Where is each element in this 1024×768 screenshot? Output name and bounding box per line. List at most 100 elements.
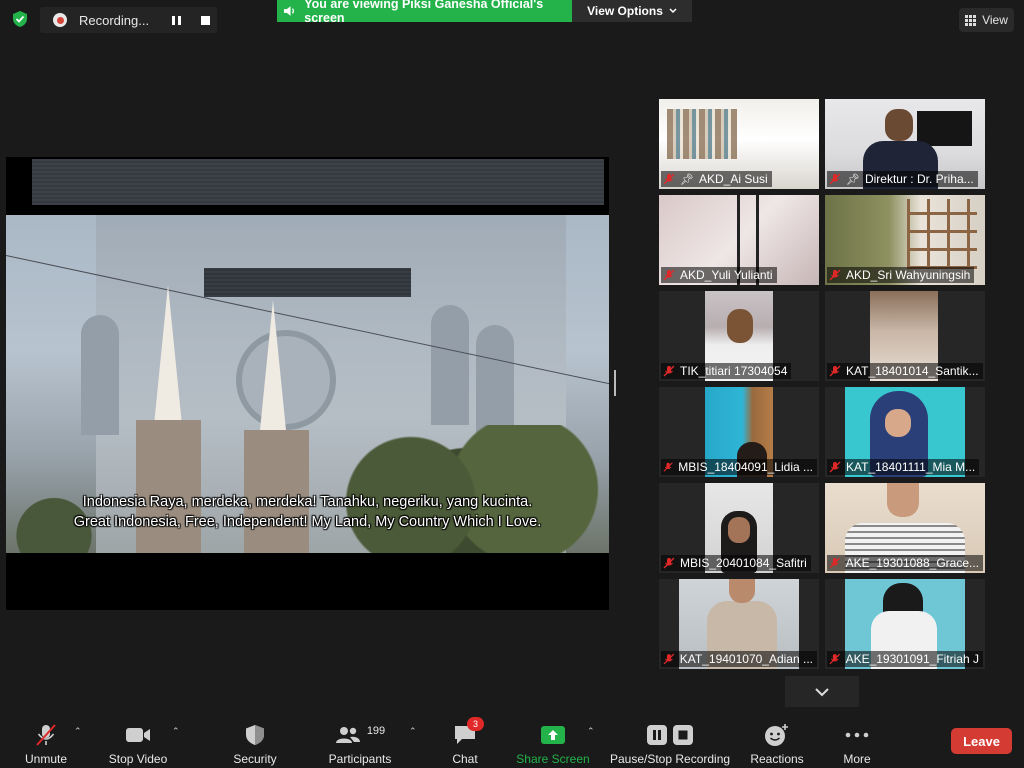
redacted-region <box>204 268 411 297</box>
stop-video-button[interactable]: Stop Video <box>106 708 170 768</box>
participant-tile[interactable]: KAT_18401014_Santik... <box>825 291 985 381</box>
security-button[interactable]: Security <box>230 708 280 768</box>
participant-name-label: MBIS_18404091_Lidia ... <box>661 459 817 475</box>
muted-mic-icon <box>663 269 675 281</box>
video-options-caret-icon[interactable]: ⌃ <box>172 726 180 737</box>
participant-tile[interactable]: 📌︎ Direktur : Dr. Priha... <box>825 99 985 189</box>
participant-name: AKD_Sri Wahyuningsih <box>846 268 971 282</box>
meeting-toolbar: Unmute ⌃ Stop Video ⌃ Security 199 Parti… <box>0 708 1024 768</box>
stop-recording-icon[interactable] <box>201 15 210 25</box>
unmute-button[interactable]: Unmute <box>20 708 72 768</box>
add-reaction-icon <box>765 724 788 746</box>
participant-tile[interactable]: MBIS_20401084_Safitri <box>659 483 819 573</box>
participant-name-label: 📌︎ AKD_Ai Susi <box>661 171 772 187</box>
share-screen-label: Share Screen <box>516 752 590 766</box>
bookshelf <box>667 109 737 159</box>
person-face <box>729 579 755 603</box>
participant-name-label: MBIS_20401084_Safitri <box>661 555 811 571</box>
participant-name-label: AKD_Sri Wahyuningsih <box>827 267 975 283</box>
more-label: More <box>843 752 871 766</box>
participants-options-caret-icon[interactable]: ⌃ <box>409 726 417 737</box>
participant-tile[interactable]: AKD_Yuli Yulianti <box>659 195 819 285</box>
muted-mic-icon <box>829 557 841 569</box>
security-shield-icon <box>246 725 264 745</box>
chevron-down-icon <box>815 687 829 696</box>
participant-name: Direktur : Dr. Priha... <box>864 172 974 186</box>
participants-button[interactable]: 199 Participants <box>326 708 394 768</box>
person-face <box>885 409 911 437</box>
trees <box>326 425 609 553</box>
participant-name-label: TIK_titiari 17304054 <box>661 363 792 379</box>
pause-stop-recording-button[interactable]: Pause/Stop Recording <box>610 708 730 768</box>
cathedral-tower <box>136 420 201 553</box>
participant-tile[interactable]: KAT_19401070_Adian ... <box>659 579 819 669</box>
muted-mic-icon <box>829 653 841 665</box>
stop-recording-icon <box>673 725 693 745</box>
muted-mic-icon <box>829 365 841 377</box>
participant-name-label: AKE_19301091_Fitriah J <box>827 651 983 667</box>
participant-tile[interactable]: MBIS_18404091_Lidia ... <box>659 387 819 477</box>
participants-count: 199 <box>366 725 386 737</box>
more-dots-icon <box>845 732 869 738</box>
person-face <box>728 517 750 543</box>
share-screen-icon <box>541 726 565 744</box>
muted-mic-icon <box>663 462 673 472</box>
participant-name: KAT_19401070_Adian ... <box>679 652 813 666</box>
reactions-button[interactable]: Reactions <box>750 708 804 768</box>
more-button[interactable]: More <box>838 708 876 768</box>
bookshelf <box>907 199 977 269</box>
participant-tile[interactable]: AKE_19301088_Grace... <box>825 483 985 573</box>
participants-icon <box>335 727 360 743</box>
muted-mic-icon <box>663 173 675 185</box>
panel-resize-handle[interactable] <box>614 370 616 396</box>
cathedral-window <box>431 305 469 425</box>
muted-microphone-icon <box>36 724 56 746</box>
participant-name: TIK_titiari 17304054 <box>680 364 788 378</box>
participant-name-label: AKE_19301088_Grace... <box>827 555 983 571</box>
participant-name-label: AKD_Yuli Yulianti <box>661 267 777 283</box>
participant-name-label: KAT_19401070_Adian ... <box>661 651 817 667</box>
muted-mic-icon <box>663 557 675 569</box>
cathedral-spire <box>259 300 287 440</box>
share-screen-button[interactable]: Share Screen <box>516 708 590 768</box>
audio-options-caret-icon[interactable]: ⌃ <box>74 726 82 737</box>
chat-unread-badge: 3 <box>467 717 484 731</box>
participant-tile[interactable]: TIK_titiari 17304054 <box>659 291 819 381</box>
participant-tile[interactable]: AKD_Sri Wahyuningsih <box>825 195 985 285</box>
view-options-button[interactable]: View Options <box>572 0 692 22</box>
share-options-caret-icon[interactable]: ⌃ <box>587 726 595 737</box>
recording-indicator: Recording... <box>40 7 217 33</box>
participant-tile[interactable]: 📌︎ AKD_Ai Susi <box>659 99 819 189</box>
view-button[interactable]: View <box>959 8 1014 32</box>
pin-icon: 📌︎ <box>680 173 694 186</box>
gallery-scroll-down-button[interactable] <box>785 676 859 707</box>
muted-mic-icon <box>663 653 675 665</box>
participant-name-label: KAT_18401014_Santik... <box>827 363 983 379</box>
leave-button[interactable]: Leave <box>951 728 1012 754</box>
reactions-label: Reactions <box>750 752 804 766</box>
participant-name-label: KAT_18401111_Mia M... <box>827 459 980 475</box>
participant-name: MBIS_20401084_Safitri <box>680 556 807 570</box>
zoom-meeting-window: Recording... You are viewing Piksi Ganes… <box>0 0 1024 768</box>
recording-label: Recording... <box>79 12 150 28</box>
participant-tile[interactable]: AKE_19301091_Fitriah J <box>825 579 985 669</box>
participant-name-label: 📌︎ Direktur : Dr. Priha... <box>827 171 978 187</box>
pause-recording-icon[interactable] <box>172 15 181 25</box>
redacted-region <box>32 159 604 205</box>
subtitle-line: Indonesia Raya, merdeka, merdeka! Tanahk… <box>82 494 533 510</box>
participant-name: AKD_Ai Susi <box>698 172 768 186</box>
participant-tile[interactable]: KAT_18401111_Mia M... <box>825 387 985 477</box>
chevron-down-icon <box>669 8 677 14</box>
participant-name: AKE_19301088_Grace... <box>845 556 979 570</box>
muted-mic-icon <box>663 365 675 377</box>
person-face <box>727 309 753 343</box>
recording-dot-icon <box>53 13 67 27</box>
shared-screen[interactable]: Indonesia Raya, merdeka, merdeka! Tanahk… <box>6 157 609 610</box>
person-face <box>887 483 919 517</box>
tv-screen <box>917 111 972 146</box>
security-label: Security <box>233 752 277 766</box>
stop-video-label: Stop Video <box>108 752 168 766</box>
encryption-shield-icon[interactable] <box>11 10 29 28</box>
participant-name: KAT_18401111_Mia M... <box>846 460 976 474</box>
cathedral-window <box>81 315 119 435</box>
